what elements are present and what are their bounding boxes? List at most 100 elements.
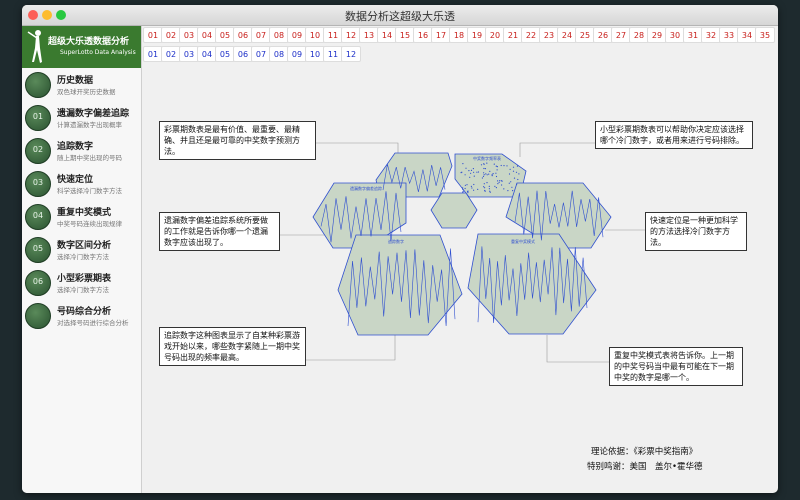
red-number-button[interactable]: 30	[665, 27, 685, 43]
red-number-button[interactable]: 06	[233, 27, 253, 43]
sidebar-item[interactable]: 06 小型彩票期表 选择冷门数字方法	[22, 268, 141, 301]
sidebar-item[interactable]: 号码综合分析 对选择号码进行综合分析	[22, 301, 141, 334]
scatter-dot	[464, 174, 466, 176]
sidebar-item-title: 号码综合分析	[57, 307, 112, 317]
blue-number-button[interactable]: 12	[341, 46, 361, 62]
red-number-button[interactable]: 33	[719, 27, 739, 43]
red-number-button[interactable]: 04	[197, 27, 217, 43]
red-number-button[interactable]: 32	[701, 27, 721, 43]
scatter-dot	[471, 187, 473, 189]
scatter-dot	[509, 168, 511, 170]
red-number-button[interactable]: 25	[575, 27, 595, 43]
sidebar-item[interactable]: 02 追踪数字 随上期中奖出现的号码	[22, 136, 141, 169]
blue-number-button[interactable]: 02	[161, 46, 181, 62]
sidebar-item[interactable]: 03 快速定位科学选择冷门数字方法	[22, 169, 141, 202]
blue-number-button[interactable]: 10	[305, 46, 325, 62]
blue-number-button[interactable]: 11	[323, 46, 343, 62]
scatter-dot	[467, 192, 469, 194]
red-number-button[interactable]: 34	[737, 27, 757, 43]
red-number-button[interactable]: 09	[287, 27, 307, 43]
red-number-button[interactable]: 16	[413, 27, 433, 43]
scatter-dot	[480, 164, 483, 166]
red-number-button[interactable]: 12	[341, 27, 361, 43]
scatter-dot	[484, 187, 486, 189]
locate-icon: 03	[25, 171, 51, 197]
scatter-dot	[496, 169, 498, 171]
blue-number-button[interactable]: 07	[251, 46, 271, 62]
sidebar-item[interactable]: 05 数字区间分析 选择冷门数字方法	[22, 235, 141, 268]
scatter-dot	[473, 183, 475, 186]
scatter-dot	[482, 175, 485, 177]
red-number-button[interactable]: 23	[539, 27, 559, 43]
sidebar-item[interactable]: 历史数据双色球开奖历史数据	[22, 70, 141, 103]
sidebar-item-badge: 03	[32, 178, 44, 187]
red-number-button[interactable]: 15	[395, 27, 415, 43]
scatter-dot	[512, 190, 514, 192]
title-bar: 数据分析这超级大乐透	[22, 5, 778, 26]
red-number-button[interactable]: 21	[503, 27, 523, 43]
red-number-button[interactable]: 08	[269, 27, 289, 43]
sidebar-item-subtitle: 科学选择冷门数字方法	[57, 187, 122, 195]
blue-number-button[interactable]: 09	[287, 46, 307, 62]
sidebar-item-title: 小型彩票期表	[57, 274, 112, 284]
red-number-button[interactable]: 19	[467, 27, 487, 43]
scatter-dot	[473, 175, 475, 177]
sidebar-item[interactable]: 04 重复中奖模式 中奖号码连续出现规律	[22, 202, 141, 235]
red-number-button[interactable]: 18	[449, 27, 469, 43]
red-number-button[interactable]: 07	[251, 27, 271, 43]
red-number-button[interactable]: 27	[611, 27, 631, 43]
scatter-dot	[503, 165, 505, 167]
scatter-dot	[473, 189, 475, 191]
blue-number-button[interactable]: 08	[269, 46, 289, 62]
scatter-dot	[486, 182, 488, 184]
red-number-button[interactable]: 29	[647, 27, 667, 43]
sidebar-item-title: 历史数据	[57, 76, 94, 86]
scatter-dot	[486, 162, 488, 164]
red-number-button[interactable]: 11	[323, 27, 343, 43]
red-number-button[interactable]: 14	[377, 27, 397, 43]
sidebar-item-subtitle: 双色球开奖历史数据	[57, 88, 116, 96]
scatter-dot	[498, 181, 500, 183]
scatter-dot	[484, 168, 486, 170]
scatter-dot	[462, 188, 464, 190]
panel-center[interactable]	[430, 192, 478, 229]
blue-number-button[interactable]: 03	[179, 46, 199, 62]
blue-number-button[interactable]: 01	[143, 46, 163, 62]
scatter-dot	[489, 190, 491, 192]
tracking-icon: 02	[25, 138, 51, 164]
sidebar-item-title: 快速定位	[57, 175, 94, 185]
red-number-button[interactable]: 03	[179, 27, 199, 43]
sidebar-item-subtitle: 选择冷门数字方法	[57, 253, 109, 261]
red-number-button[interactable]: 01	[143, 27, 163, 43]
red-number-button[interactable]: 22	[521, 27, 541, 43]
blue-number-button[interactable]: 06	[233, 46, 253, 62]
red-number-button[interactable]: 13	[359, 27, 379, 43]
red-number-button[interactable]: 05	[215, 27, 235, 43]
scatter-dot	[468, 170, 470, 172]
panel-label-bottom-right: 重复中奖模式	[511, 238, 535, 244]
sidebar-item[interactable]: 01 遗漏数字偏差追踪 计算遗漏数字出现概率	[22, 103, 141, 136]
red-number-button[interactable]: 26	[593, 27, 613, 43]
red-number-button[interactable]: 02	[161, 27, 181, 43]
scatter-dot	[500, 164, 502, 167]
red-number-button[interactable]: 17	[431, 27, 451, 43]
red-number-button[interactable]: 10	[305, 27, 325, 43]
scatter-dot	[483, 174, 485, 176]
sidebar-item-badge: 06	[32, 277, 44, 286]
sidebar-item-subtitle: 计算遗漏数字出现概率	[57, 121, 122, 129]
blue-number-button[interactable]: 04	[197, 46, 217, 62]
red-number-button[interactable]: 35	[755, 27, 775, 43]
clock-icon	[25, 72, 51, 98]
scatter-dot	[481, 177, 483, 179]
scatter-dot	[486, 174, 488, 176]
scatter-dot	[499, 180, 501, 182]
blue-number-button[interactable]: 05	[215, 46, 235, 62]
red-number-button[interactable]: 24	[557, 27, 577, 43]
red-number-button[interactable]: 28	[629, 27, 649, 43]
red-number-button[interactable]: 20	[485, 27, 505, 43]
scatter-dot	[516, 165, 519, 167]
scatter-dot	[477, 188, 479, 190]
scatter-dot	[460, 172, 462, 174]
red-number-button[interactable]: 31	[683, 27, 703, 43]
repeat-icon: 04	[25, 204, 51, 230]
